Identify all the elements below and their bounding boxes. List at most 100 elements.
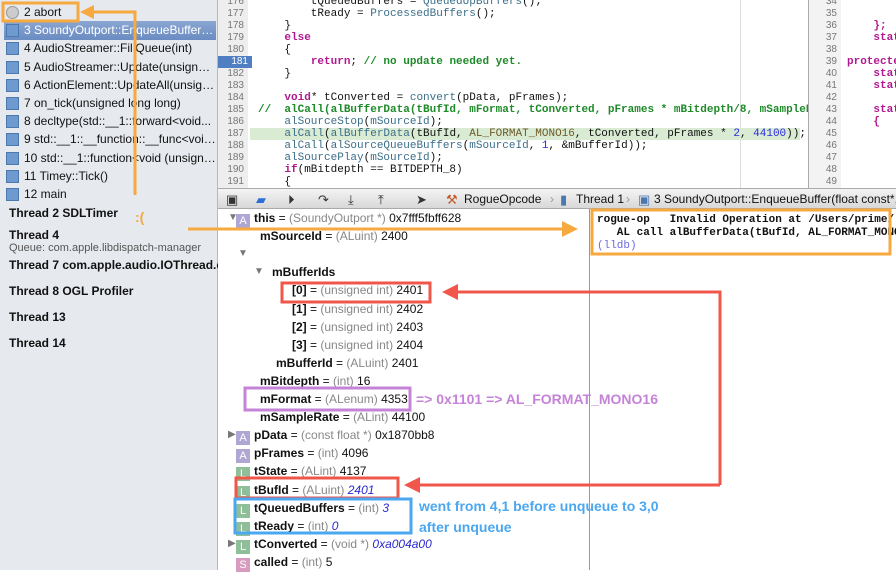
source-editor[interactable]: 176 tQueuedBuffers = QueuedUpBuffers(); 1… bbox=[218, 0, 808, 188]
line-number[interactable]: 182 bbox=[218, 68, 248, 80]
line-number[interactable]: 183 bbox=[218, 80, 248, 92]
line-number: 38 bbox=[809, 44, 841, 56]
step-into-icon[interactable]: ⤓ bbox=[348, 190, 354, 208]
line-number[interactable]: 186 bbox=[218, 116, 248, 128]
variable-row[interactable]: mFormat = (ALenum) 4353 bbox=[260, 390, 408, 408]
code-line[interactable]: alSourcePlay(mSourceId); bbox=[258, 152, 808, 164]
stack-frame[interactable]: 4 AudioStreamer::FillQueue(int) bbox=[4, 39, 216, 58]
disclosure-triangle-icon[interactable]: ▼ bbox=[238, 248, 248, 259]
variable-row[interactable]: mBitdepth = (int) 16 bbox=[260, 372, 370, 390]
code-line[interactable]: stat bbox=[847, 80, 896, 92]
code-line[interactable]: // alCall(alBufferData(tBufId, mFormat, … bbox=[258, 104, 808, 116]
code-line[interactable]: stat bbox=[847, 104, 896, 116]
code-line[interactable] bbox=[258, 80, 808, 92]
disclosure-triangle-icon[interactable]: ▼ bbox=[254, 266, 264, 277]
variable-row[interactable]: LtBufId = (ALuint) 2401 bbox=[236, 481, 374, 500]
code-line[interactable]: } bbox=[258, 68, 808, 80]
stack-frame[interactable]: 11 Timey::Tick() bbox=[4, 167, 216, 186]
stack-frame[interactable]: 2 abort bbox=[4, 3, 216, 22]
line-number[interactable]: 190 bbox=[218, 164, 248, 176]
code-line[interactable]: stat bbox=[847, 68, 896, 80]
continue-icon[interactable]: ⏵ bbox=[288, 190, 295, 208]
variable-row[interactable]: mBufferId = (ALuint) 2401 bbox=[276, 354, 418, 372]
lldb-prompt[interactable]: (lldb) bbox=[597, 240, 637, 253]
line-number[interactable]: 180 bbox=[218, 44, 248, 56]
variable-row[interactable]: [0] = (unsigned int) 2401 bbox=[292, 281, 423, 299]
code-line[interactable]: tQueuedBuffers = QueuedUpBuffers(); bbox=[258, 0, 808, 8]
code-line[interactable]: { bbox=[847, 116, 880, 128]
variable-row[interactable]: ApData = (const float *) 0x1870bb8 bbox=[236, 426, 434, 446]
stack-frame[interactable]: 9 std::__1::__function::__func<void... bbox=[4, 130, 216, 149]
step-over-icon[interactable]: ↷ bbox=[318, 190, 329, 208]
argument-badge-icon: A bbox=[236, 214, 250, 228]
code-line[interactable]: stat bbox=[847, 32, 896, 44]
disclosure-triangle-icon[interactable]: ▶ bbox=[228, 538, 236, 549]
code-line[interactable]: alSourceStop(mSourceId); bbox=[258, 116, 808, 128]
code-line[interactable]: { bbox=[258, 176, 808, 188]
code-line[interactable]: protecte bbox=[847, 56, 896, 68]
step-out-icon[interactable]: ⤒ bbox=[378, 190, 384, 208]
thread-item[interactable]: Thread 2 SDLTimer bbox=[9, 206, 118, 220]
variable-row[interactable]: ApFrames = (int) 4096 bbox=[236, 444, 368, 464]
stack-frame[interactable]: 6 ActionElement::UpdateAll(unsigned long… bbox=[4, 76, 216, 95]
breakpoints-toggle-icon[interactable]: ▰ bbox=[256, 190, 266, 208]
line-number[interactable]: 176 bbox=[218, 0, 248, 8]
user-frame-icon bbox=[6, 78, 19, 92]
stack-frame[interactable]: 10 std::__1::function<void (unsigned... bbox=[4, 149, 216, 168]
variable-row[interactable]: [2] = (unsigned int) 2403 bbox=[292, 318, 423, 336]
line-number[interactable]: 177 bbox=[218, 8, 248, 20]
stack-frame[interactable]: 12 main bbox=[4, 185, 216, 204]
line-number[interactable]: 178 bbox=[218, 20, 248, 32]
stack-frame[interactable]: 8 decltype(std::__1::forward<void... bbox=[4, 112, 216, 131]
variable-row[interactable]: LtState = (ALint) 4137 bbox=[236, 462, 366, 482]
variable-row[interactable]: mSampleRate = (ALint) 44100 bbox=[260, 408, 425, 426]
thread-item[interactable]: Thread 14 bbox=[9, 336, 66, 350]
hide-debug-area-icon[interactable]: ▣ bbox=[226, 190, 238, 208]
variable-name: this bbox=[254, 211, 276, 225]
code-line[interactable]: void* tConverted = convert(pData, pFrame… bbox=[258, 92, 808, 104]
code-line[interactable]: alCall(alBufferData(tBufId, AL_FORMAT_MO… bbox=[250, 128, 806, 140]
variable-row[interactable]: LtReady = (int) 0 bbox=[236, 517, 338, 536]
variable-row[interactable]: Athis = (SoundyOutport *) 0x7fff5fbff628 bbox=[236, 209, 462, 228]
stack-frame[interactable]: 5 AudioStreamer::Update(unsigned long lo… bbox=[4, 58, 216, 77]
code-line[interactable]: } bbox=[258, 20, 808, 32]
console[interactable]: rogue-op Invalid Operation at /Users/pri… bbox=[591, 209, 896, 570]
line-number[interactable]: 188 bbox=[218, 140, 248, 152]
location-icon[interactable]: ➤ bbox=[416, 190, 427, 208]
code-line[interactable]: }; bbox=[847, 20, 886, 32]
line-number[interactable]: 187 bbox=[218, 128, 248, 140]
variable-row[interactable]: [1] = (unsigned int) 2402 bbox=[292, 300, 423, 318]
breakpoint-line-number[interactable]: 181 bbox=[218, 56, 252, 68]
variable-value: 0x7fff5fbff628 bbox=[389, 211, 462, 225]
stack-frame[interactable]: 3 SoundyOutport::EnqueueBuffer(float con… bbox=[4, 21, 216, 41]
code-line[interactable]: tReady = ProcessedBuffers(); bbox=[258, 8, 808, 20]
disclosure-triangle-icon[interactable]: ▶ bbox=[228, 429, 236, 440]
variable-row[interactable]: mBufferIds bbox=[272, 263, 335, 281]
thread-item[interactable]: Thread 7 com.apple.audio.IOThread.client bbox=[9, 258, 248, 272]
variable-row[interactable]: LtQueuedBuffers = (int) 3 bbox=[236, 499, 389, 518]
variables-view[interactable]: ▼ Athis = (SoundyOutport *) 0x7fff5fbff62… bbox=[218, 209, 590, 572]
code-line[interactable]: return; // no update needed yet. bbox=[258, 56, 808, 68]
line-number[interactable]: 184 bbox=[218, 92, 248, 104]
breadcrumb-app[interactable]: RogueOpcode bbox=[464, 189, 541, 208]
breadcrumb-frame[interactable]: 3 SoundyOutport::EnqueueBuffer(float con… bbox=[654, 189, 896, 208]
code-line[interactable]: else bbox=[258, 32, 808, 44]
variable-row[interactable]: LtConverted = (void *) 0xa004a00 bbox=[236, 535, 432, 554]
code-line[interactable]: { bbox=[258, 44, 808, 56]
frame-label: 9 std::__1::__function::__func<void... bbox=[24, 132, 216, 147]
thread-item[interactable]: Thread 4 Queue: com.apple.libdispatch-man… bbox=[9, 228, 201, 254]
line-number[interactable]: 185 bbox=[218, 104, 248, 116]
line-number[interactable]: 191 bbox=[218, 176, 248, 188]
code-line[interactable]: if(mBitdepth == BITDEPTH_8) bbox=[258, 164, 808, 176]
line-number[interactable]: 179 bbox=[218, 32, 248, 44]
stack-frame[interactable]: 7 on_tick(unsigned long long) bbox=[4, 94, 216, 113]
line-number[interactable]: 189 bbox=[218, 152, 248, 164]
variable-row[interactable]: [3] = (unsigned int) 2404 bbox=[292, 336, 423, 354]
variable-row[interactable]: mSourceId = (ALuint) 2400 bbox=[260, 227, 408, 245]
code-line[interactable]: alCall(alSourceQueueBuffers(mSourceId, 1… bbox=[258, 140, 808, 152]
thread-item[interactable]: Thread 13 bbox=[9, 310, 66, 324]
secondary-editor[interactable]: 34 35 36 }; 37 stat 38 39 protecte 40 stat 41 st… bbox=[808, 0, 896, 188]
variable-row[interactable]: Scalled = (int) 5 bbox=[236, 553, 332, 572]
breadcrumb-thread[interactable]: Thread 1 bbox=[576, 189, 624, 208]
thread-item[interactable]: Thread 8 OGL Profiler bbox=[9, 284, 133, 298]
